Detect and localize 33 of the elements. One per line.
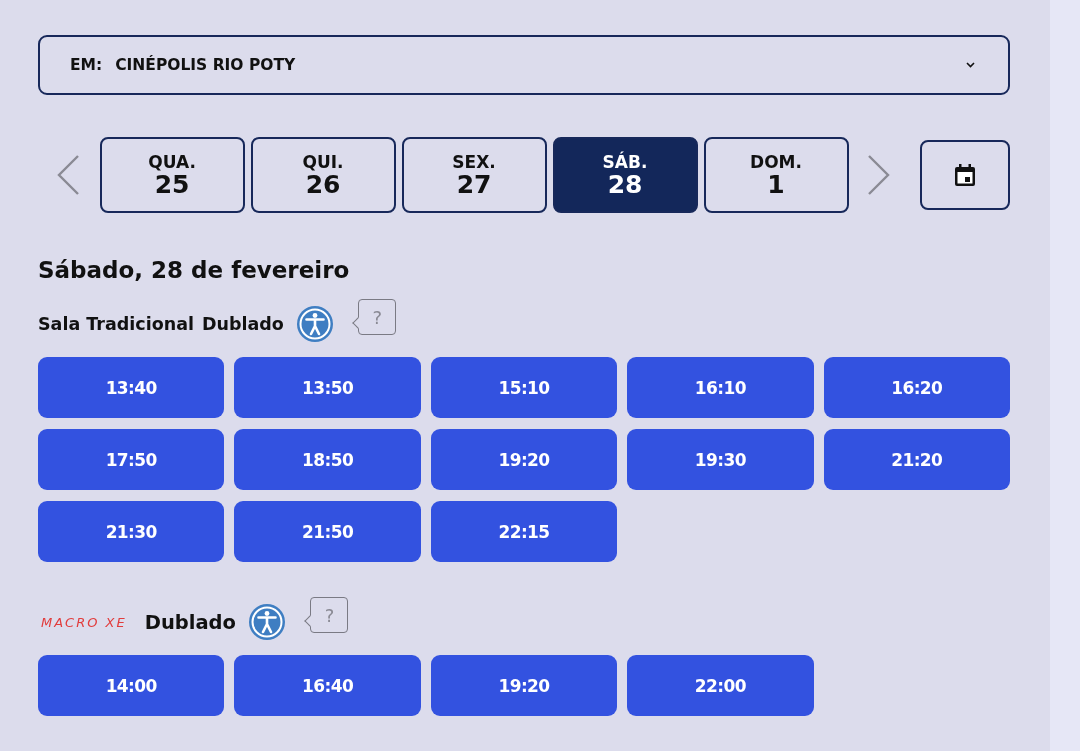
date-tab[interactable]: QUA. 25 bbox=[99, 137, 245, 213]
theater-select[interactable]: EM: CINÉPOLIS RIO POTY bbox=[38, 35, 1010, 95]
showtime-button[interactable]: 17:50 bbox=[38, 429, 225, 490]
showtime-button[interactable]: 14:00 bbox=[38, 655, 225, 716]
date-tab[interactable]: QUI. 26 bbox=[250, 137, 396, 213]
showtime-button[interactable]: 19:20 bbox=[430, 655, 618, 716]
showtime-button[interactable]: 21:50 bbox=[234, 501, 421, 562]
caret-icon bbox=[966, 62, 975, 68]
showtime-button[interactable]: 19:20 bbox=[430, 429, 618, 490]
chevron-left-icon bbox=[56, 154, 81, 196]
showtime-button[interactable]: 13:40 bbox=[38, 357, 225, 418]
chevron-right-icon bbox=[865, 154, 891, 196]
showtime-button[interactable]: 15:10 bbox=[430, 357, 618, 418]
calendar-icon bbox=[953, 163, 976, 187]
date-heading: Sábado, 28 de fevereiro bbox=[38, 256, 351, 285]
date-tab[interactable]: SEX. 27 bbox=[401, 137, 547, 213]
room-logo: MACRO XE bbox=[41, 614, 127, 630]
language-label: Dublado bbox=[144, 610, 236, 634]
language-label: Dublado bbox=[201, 314, 284, 334]
showtime-button[interactable]: 16:20 bbox=[823, 357, 1010, 418]
showtime-button[interactable]: 19:30 bbox=[627, 429, 814, 490]
calendar-button[interactable] bbox=[919, 140, 1010, 210]
date-tab[interactable]: DOM. 1 bbox=[703, 137, 849, 213]
showtime-button[interactable]: 22:00 bbox=[627, 655, 814, 716]
showtime-button[interactable]: 18:50 bbox=[234, 429, 421, 490]
showtime-button[interactable]: 16:40 bbox=[234, 655, 421, 716]
showtime-button[interactable]: 16:10 bbox=[627, 357, 814, 418]
showtime-button[interactable]: 21:20 bbox=[823, 429, 1010, 490]
room-name: Sala Tradicional bbox=[38, 314, 194, 334]
showtime-button[interactable]: 13:50 bbox=[234, 357, 421, 418]
date-tab[interactable]: SÁB. 28 bbox=[552, 137, 698, 213]
showtime-button[interactable]: 21:30 bbox=[38, 501, 225, 562]
showtime-button[interactable]: 22:15 bbox=[430, 501, 618, 562]
